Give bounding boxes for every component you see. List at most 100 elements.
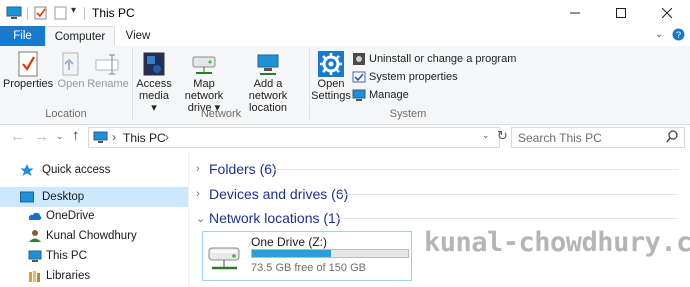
open-settings-label-1: Open	[317, 78, 345, 90]
manage-button[interactable]: Manage	[352, 86, 409, 104]
add-network-location-button[interactable]: Add a network location	[235, 50, 301, 114]
section-rule	[334, 218, 678, 219]
address-bar[interactable]: › This PC ›	[88, 127, 500, 148]
address-dropdown-icon[interactable]: ⌄	[482, 130, 490, 141]
manage-label: Manage	[369, 89, 409, 101]
system-properties-label: System properties	[369, 71, 458, 83]
svg-text:?: ?	[676, 30, 681, 40]
drive-name: One Drive (Z:)	[251, 235, 328, 249]
refresh-icon[interactable]: ↻	[497, 128, 508, 144]
maximize-button[interactable]	[598, 0, 644, 26]
nav-label-quick-access: Quick access	[42, 164, 111, 176]
watermark-text: kunal-chowdhury.com	[424, 227, 690, 258]
drive-usage-fill	[252, 250, 331, 257]
this-pc-address-icon	[93, 131, 108, 144]
navigation-pane: Quick access Desktop OneDrive Kunal Chow…	[0, 152, 188, 287]
tab-computer[interactable]: Computer	[45, 26, 115, 46]
pane-divider	[188, 152, 189, 287]
back-arrow-icon[interactable]: ←	[10, 128, 25, 145]
user-avatar-icon	[0, 229, 46, 243]
manage-icon	[352, 88, 366, 102]
rename-button[interactable]: Rename	[87, 50, 129, 90]
nav-item-onedrive[interactable]: OneDrive	[0, 206, 188, 226]
properties-label: Properties	[2, 78, 54, 90]
search-placeholder: Search This PC	[518, 131, 602, 145]
access-media-button[interactable]: Access media ▾	[135, 50, 173, 114]
nav-item-this-pc[interactable]: This PC	[0, 246, 188, 266]
search-input[interactable]: Search This PC	[511, 127, 685, 148]
properties-button[interactable]: Properties	[2, 50, 54, 90]
collapse-chevron-icon: ⌄	[196, 212, 206, 225]
access-media-label-1: Access	[136, 78, 172, 90]
network-location-icon	[254, 50, 282, 78]
section-rule	[336, 194, 678, 195]
system-properties-button[interactable]: System properties	[352, 68, 458, 86]
open-label: Open	[57, 78, 85, 90]
network-group-label: Network	[200, 108, 242, 120]
address-crumb-chevron-icon[interactable]: ›	[165, 130, 169, 144]
expand-chevron-icon: ›	[196, 163, 200, 175]
nav-label-onedrive: OneDrive	[46, 210, 95, 222]
open-settings-label-2: Settings	[311, 90, 351, 102]
minimize-button[interactable]	[552, 0, 598, 26]
qat-dropdown-icon[interactable]: ▾	[71, 5, 76, 16]
nav-label-libraries: Libraries	[46, 270, 91, 282]
forward-arrow-icon[interactable]: →	[34, 128, 49, 145]
nav-item-desktop[interactable]: Desktop	[0, 187, 188, 207]
tab-file[interactable]: File	[0, 26, 45, 46]
section-label-network: Network locations (1)	[209, 210, 341, 226]
libraries-icon	[0, 270, 46, 283]
collapse-ribbon-icon[interactable]: ⌄	[655, 29, 663, 40]
network-drive-tile-icon	[207, 240, 243, 272]
window-title: This PC	[92, 6, 135, 20]
uninstall-icon	[352, 52, 366, 66]
system-properties-icon	[352, 70, 366, 84]
map-drive-label-1: Map network	[184, 78, 224, 102]
nav-label-user: Kunal Chowdhury	[46, 230, 137, 242]
this-pc-nav-icon	[0, 250, 46, 263]
recent-locations-icon[interactable]: ⌄	[56, 131, 64, 142]
network-drive-tile[interactable]: One Drive (Z:) 73.5 GB free of 150 GB	[202, 231, 412, 281]
title-bar: ▾ This PC	[0, 0, 690, 26]
help-icon[interactable]: ?	[672, 28, 685, 41]
expand-chevron-icon: ›	[196, 188, 200, 200]
location-group-label: Location	[45, 108, 87, 120]
address-chevron-icon[interactable]: ›	[112, 130, 116, 144]
rename-icon	[94, 50, 122, 78]
address-row: ← → ⌄ ↑ › This PC › ⌄ ↻ Search This PC	[0, 125, 690, 150]
network-drive-icon	[190, 50, 218, 78]
add-location-label-1: Add a network	[248, 78, 288, 102]
section-devices[interactable]: › Devices and drives (6)	[196, 184, 678, 204]
section-rule	[274, 169, 678, 170]
quick-access-star-icon	[0, 163, 42, 177]
properties-qat-icon[interactable]	[34, 6, 48, 20]
section-network[interactable]: ⌄ Network locations (1)	[196, 208, 678, 228]
onedrive-cloud-icon	[0, 211, 46, 221]
desktop-icon	[0, 191, 42, 203]
ribbon: Properties Open Rename Location Access m…	[0, 46, 690, 125]
drive-free-space: 73.5 GB free of 150 GB	[251, 262, 366, 274]
uninstall-program-button[interactable]: Uninstall or change a program	[352, 50, 516, 68]
uninstall-label: Uninstall or change a program	[369, 53, 517, 65]
section-label-devices: Devices and drives (6)	[209, 186, 349, 202]
map-network-drive-button[interactable]: Map network drive ▾	[173, 50, 235, 114]
address-crumb[interactable]: This PC	[123, 131, 166, 145]
section-folders[interactable]: › Folders (6)	[196, 159, 678, 179]
nav-item-user[interactable]: Kunal Chowdhury	[0, 226, 188, 246]
settings-gear-icon	[317, 50, 345, 78]
nav-item-quick-access[interactable]: Quick access	[0, 160, 188, 180]
drive-usage-bar	[251, 249, 409, 258]
access-media-icon	[141, 50, 167, 78]
close-button[interactable]	[644, 0, 690, 26]
new-folder-qat-icon[interactable]	[54, 6, 68, 20]
open-settings-button[interactable]: Open Settings	[311, 50, 351, 102]
tab-view[interactable]: View	[118, 26, 158, 46]
system-group-label: System	[389, 108, 427, 120]
properties-icon	[15, 50, 41, 78]
open-icon	[58, 50, 84, 78]
open-button[interactable]: Open	[56, 50, 86, 90]
nav-item-libraries[interactable]: Libraries	[0, 266, 188, 286]
nav-label-desktop: Desktop	[42, 191, 85, 203]
up-arrow-icon[interactable]: ↑	[72, 127, 80, 144]
this-pc-icon[interactable]	[6, 6, 22, 20]
